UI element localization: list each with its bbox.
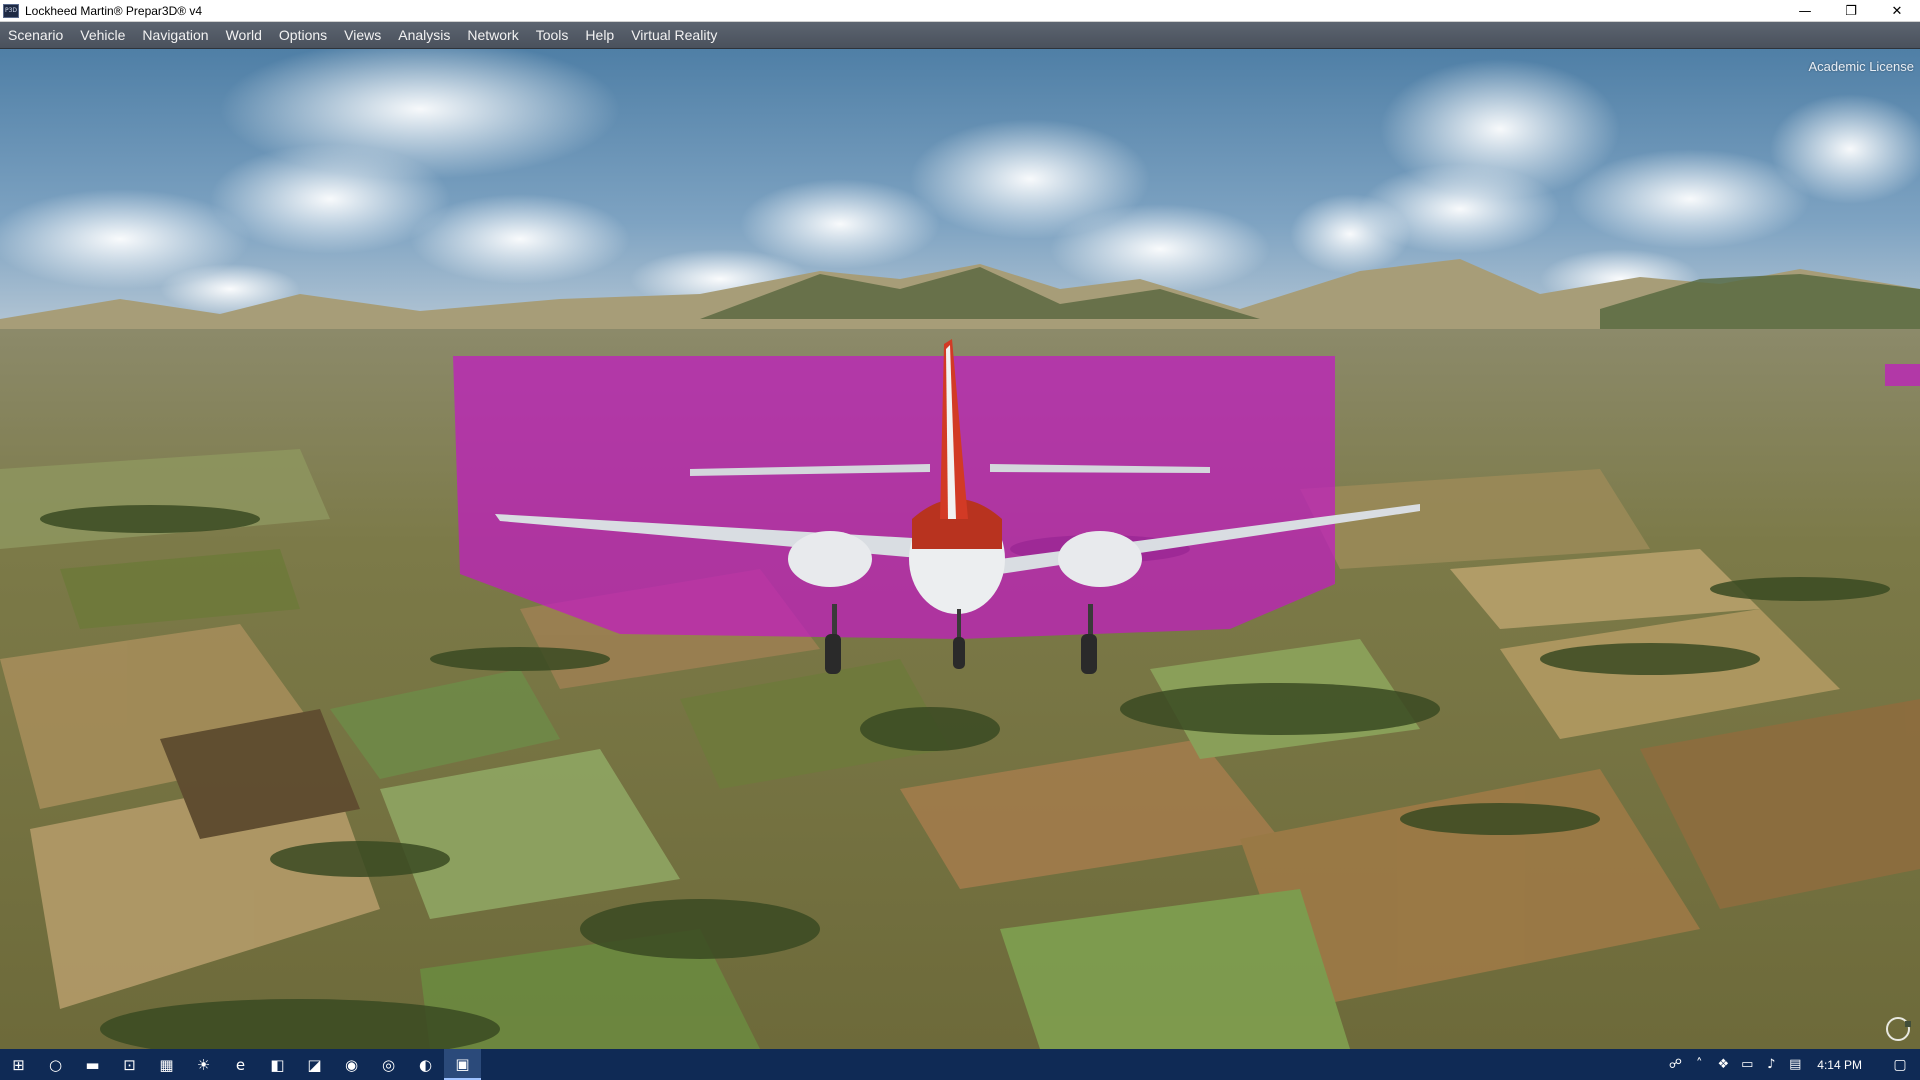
minimize-button[interactable]: —	[1782, 0, 1828, 22]
app-icon[interactable]: ◧	[259, 1049, 296, 1080]
menu-network[interactable]: Network	[461, 22, 529, 49]
prepar3d-app-icon: P3D	[3, 3, 19, 18]
notification-icon[interactable]: ▢	[1880, 1049, 1920, 1080]
restore-button[interactable]: ❐	[1828, 0, 1874, 22]
network-icon[interactable]: ▭	[1735, 1057, 1759, 1072]
cortana-icon[interactable]: ○	[37, 1049, 74, 1080]
prepar3d-icon[interactable]: ▣	[444, 1049, 481, 1080]
store-icon[interactable]: ⊡	[111, 1049, 148, 1080]
window-controls: — ❐ ✕	[1782, 0, 1920, 22]
app-icon-2[interactable]: ◪	[296, 1049, 333, 1080]
file-explorer-icon[interactable]: ▬	[74, 1049, 111, 1080]
window-title-bar: P3D Lockheed Martin® Prepar3D® v4 — ❐ ✕	[0, 0, 1920, 22]
menu-analysis[interactable]: Analysis	[392, 22, 461, 49]
menu-views[interactable]: Views	[338, 22, 392, 49]
keyboard-icon[interactable]: ▤	[1783, 1057, 1807, 1072]
windows-start-icon[interactable]: ⊞	[0, 1049, 37, 1080]
dropbox-icon[interactable]: ❖	[1711, 1057, 1735, 1072]
chevron-up-icon[interactable]: ˄	[1687, 1057, 1711, 1072]
menu-help[interactable]: Help	[579, 22, 625, 49]
scene-render	[0, 49, 1920, 1049]
calendar-icon[interactable]: ▦	[148, 1049, 185, 1080]
system-tray: ☍ ˄ ❖ ▭ ♪ ▤ 4:14 PM ▢	[1663, 1049, 1920, 1080]
chrome-icon[interactable]: ◉	[333, 1049, 370, 1080]
menu-bar: Scenario Vehicle Navigation World Option…	[0, 22, 1920, 49]
menu-tools[interactable]: Tools	[530, 22, 580, 49]
network-app-icon[interactable]: ◎	[370, 1049, 407, 1080]
academic-license-label: Academic License	[1808, 59, 1915, 74]
refresh-icon[interactable]	[1886, 1017, 1911, 1041]
menu-vehicle[interactable]: Vehicle	[74, 22, 136, 49]
people-icon[interactable]: ☍	[1663, 1057, 1687, 1072]
firefox-icon[interactable]: ◐	[407, 1049, 444, 1080]
clock[interactable]: 4:14 PM	[1807, 1058, 1880, 1072]
menu-navigation[interactable]: Navigation	[136, 22, 219, 49]
weather-icon[interactable]: ☀	[185, 1049, 222, 1080]
close-button[interactable]: ✕	[1874, 0, 1920, 22]
volume-icon[interactable]: ♪	[1759, 1057, 1783, 1072]
magenta-overlay-box	[453, 356, 1335, 639]
edge-icon[interactable]: e	[222, 1049, 259, 1080]
windows-taskbar: ⊞ ○ ▬ ⊡ ▦ ☀ e ◧ ◪ ◉ ◎ ◐ ▣ ☍ ˄ ❖ ▭ ♪ ▤ 4:…	[0, 1049, 1920, 1080]
simulation-viewport[interactable]: Academic License	[0, 49, 1920, 1049]
menu-options[interactable]: Options	[273, 22, 338, 49]
menu-world[interactable]: World	[220, 22, 273, 49]
menu-scenario[interactable]: Scenario	[2, 22, 74, 49]
window-title: Lockheed Martin® Prepar3D® v4	[25, 3, 203, 18]
menu-virtual-reality[interactable]: Virtual Reality	[625, 22, 728, 49]
